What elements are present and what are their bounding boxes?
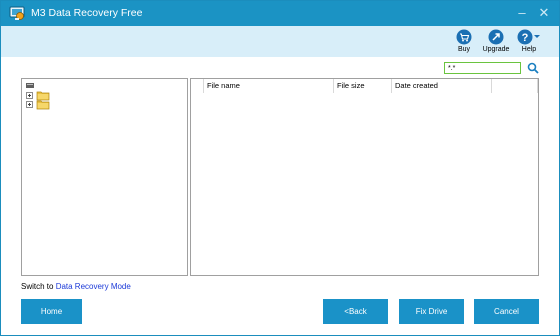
data-recovery-mode-link[interactable]: Data Recovery Mode [56, 282, 131, 291]
drive-tree[interactable] [21, 78, 188, 276]
fix-drive-button[interactable]: Fix Drive [399, 299, 464, 324]
help-icon: ? [517, 29, 540, 45]
mode-switch: Switch to Data Recovery Mode [21, 282, 131, 291]
drive-icon[interactable] [26, 83, 34, 88]
file-list[interactable]: File name File size Date created [190, 78, 539, 276]
column-header-select[interactable] [191, 79, 204, 93]
app-icon [9, 6, 25, 20]
upgrade-button[interactable]: Upgrade [479, 29, 513, 53]
home-button[interactable]: Home [21, 299, 82, 324]
minimize-icon[interactable]: – [513, 4, 531, 22]
tree-node[interactable] [26, 99, 56, 110]
back-button[interactable]: <Back [323, 299, 388, 324]
search-input[interactable] [444, 62, 521, 74]
close-icon[interactable]: ✕ [535, 4, 553, 22]
svg-text:?: ? [522, 32, 529, 44]
title-bar[interactable]: M3 Data Recovery Free – ✕ [1, 1, 559, 26]
mode-switch-prefix: Switch to [21, 282, 56, 291]
column-header-date-created[interactable]: Date created [392, 79, 492, 93]
upgrade-label: Upgrade [482, 46, 510, 53]
buy-button[interactable]: Buy [453, 29, 475, 53]
cancel-button[interactable]: Cancel [474, 299, 539, 324]
app-window: M3 Data Recovery Free – ✕ Buy Upgrade ? [0, 0, 560, 336]
expand-icon[interactable] [26, 101, 33, 108]
toolbar: Buy Upgrade ? Help [1, 26, 559, 57]
help-label: Help [521, 46, 537, 53]
column-header-file-name[interactable]: File name [204, 79, 334, 93]
folder-icon [36, 100, 50, 110]
column-header-extra[interactable] [492, 79, 538, 93]
column-header-file-size[interactable]: File size [334, 79, 392, 93]
buy-icon [456, 29, 472, 45]
search-icon[interactable] [527, 62, 539, 74]
upgrade-icon [488, 29, 504, 45]
help-button[interactable]: ? Help [515, 29, 543, 53]
window-title: M3 Data Recovery Free [31, 7, 143, 19]
buy-label: Buy [457, 46, 471, 53]
expand-icon[interactable] [26, 92, 33, 99]
